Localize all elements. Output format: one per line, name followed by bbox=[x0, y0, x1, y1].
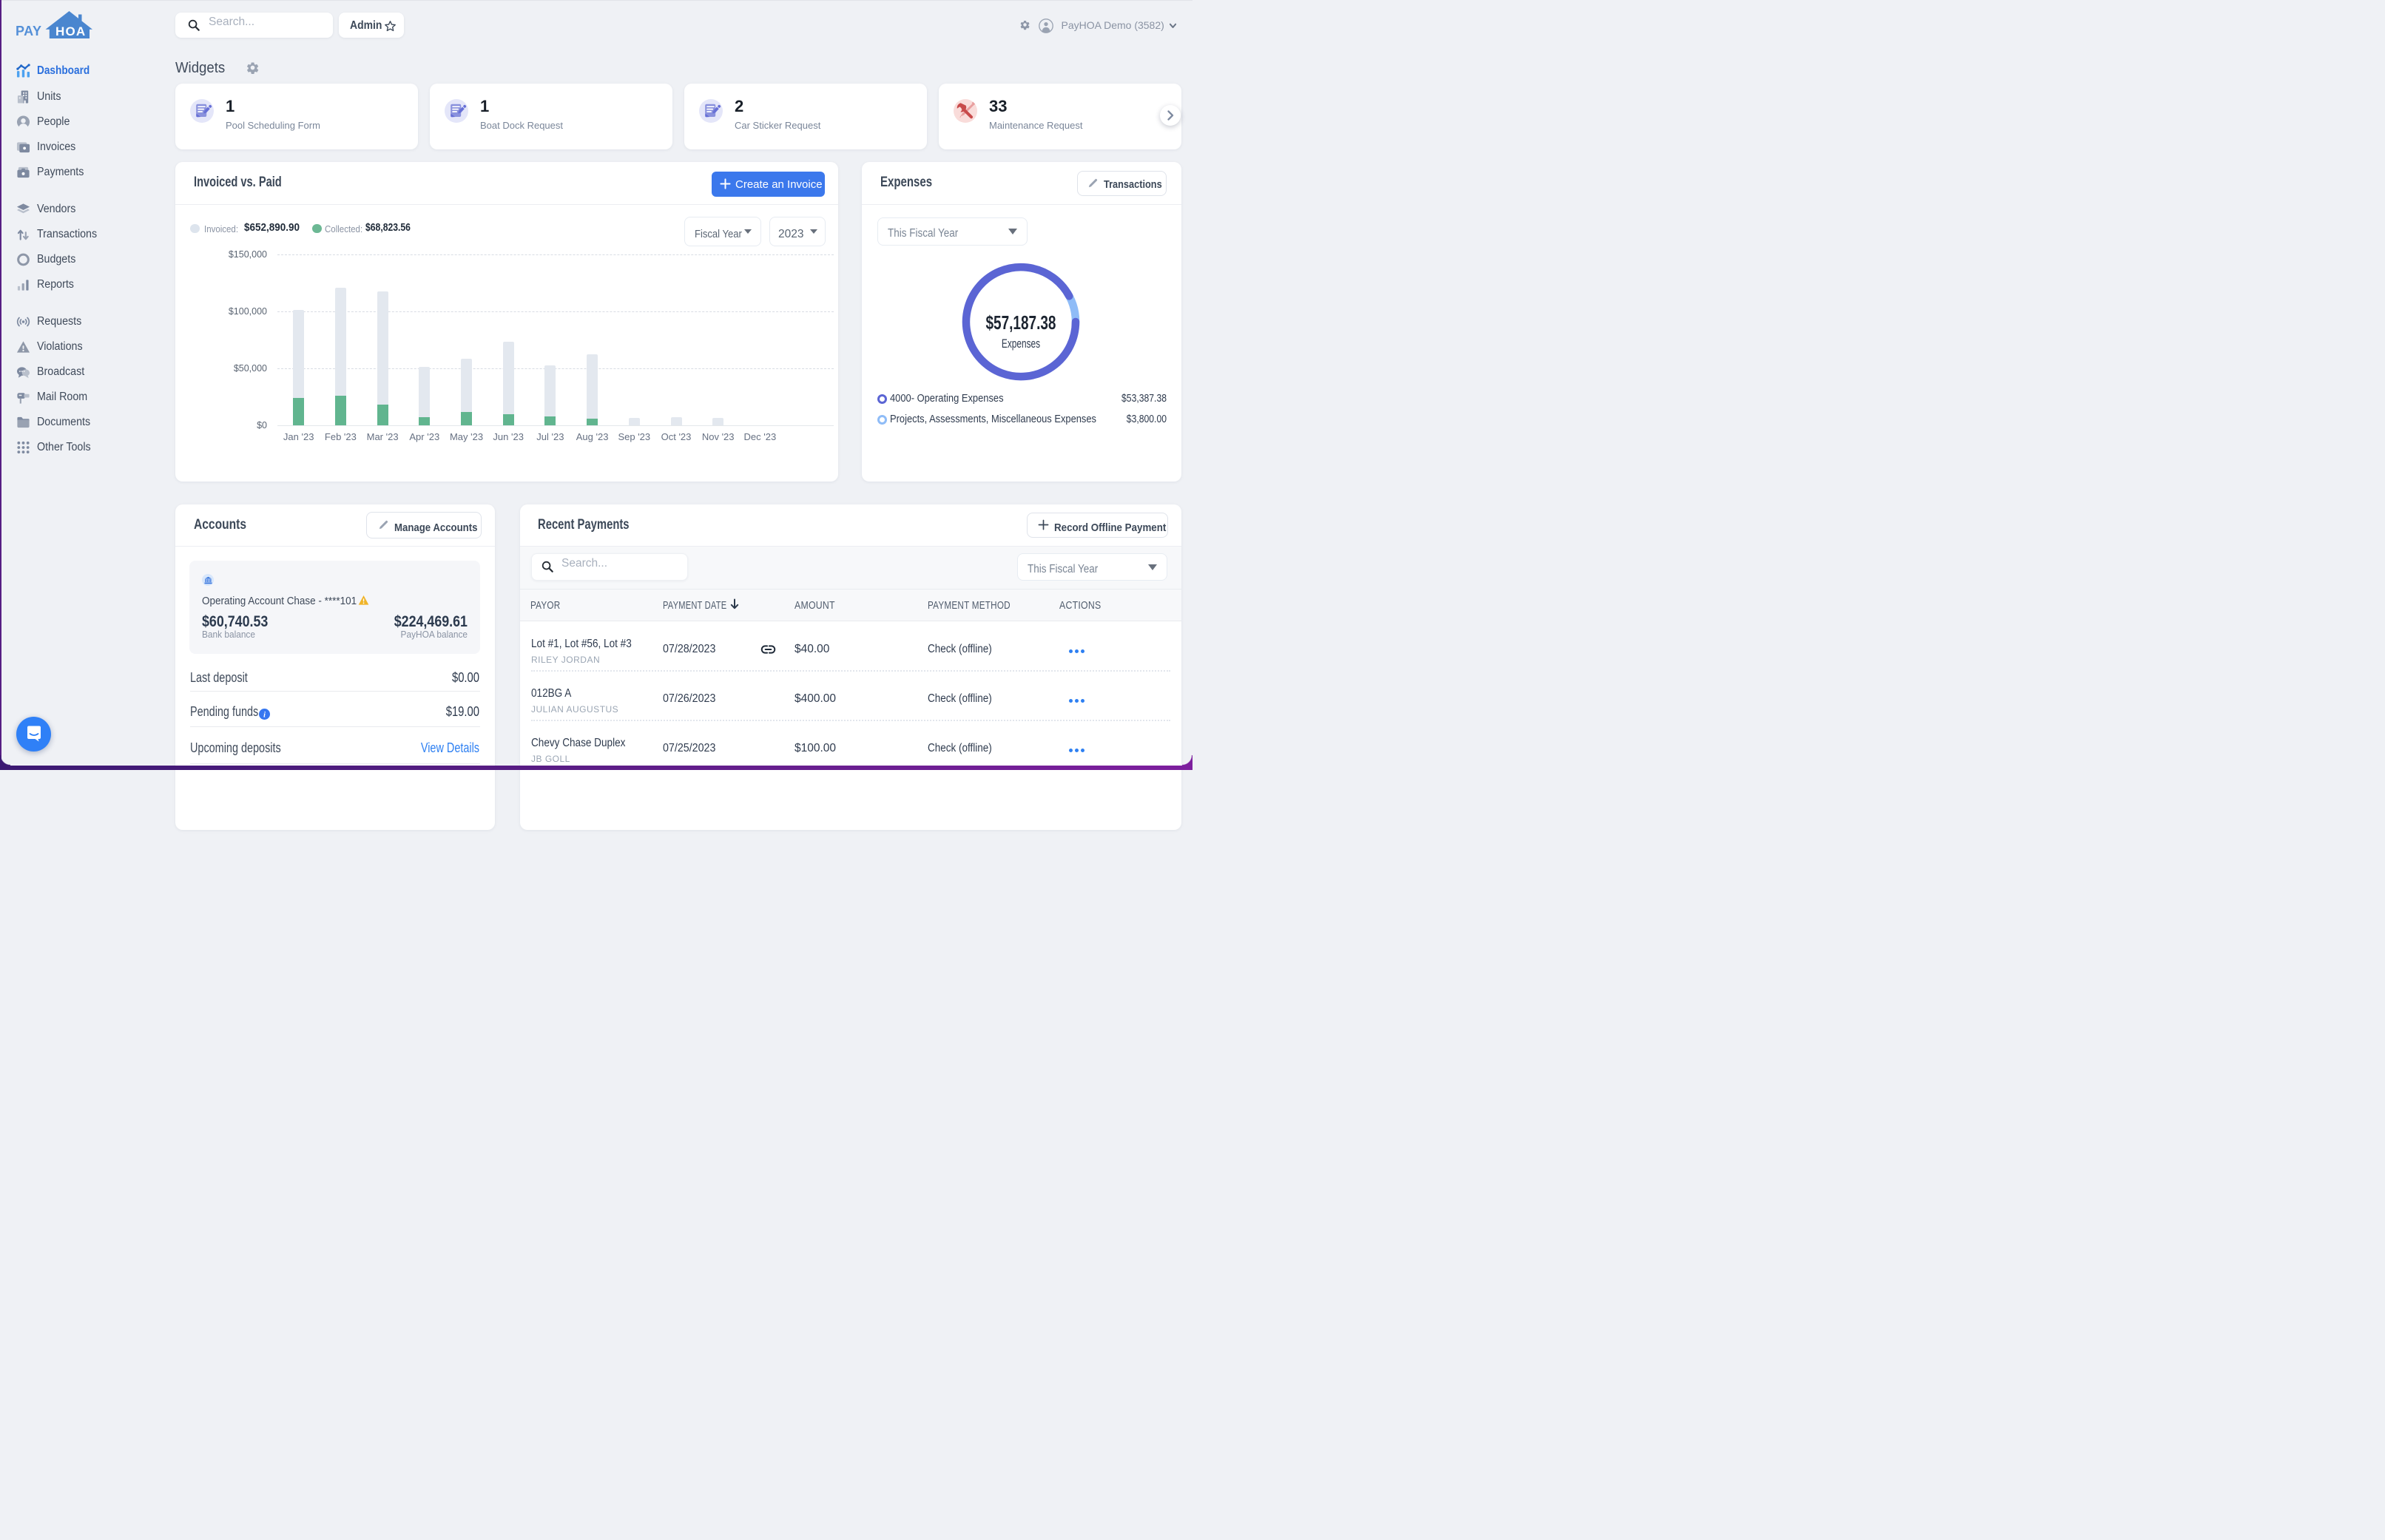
svg-text:i: i bbox=[263, 711, 266, 719]
svg-text:PAY: PAY bbox=[16, 24, 42, 38]
svg-text:HOA: HOA bbox=[55, 24, 86, 38]
